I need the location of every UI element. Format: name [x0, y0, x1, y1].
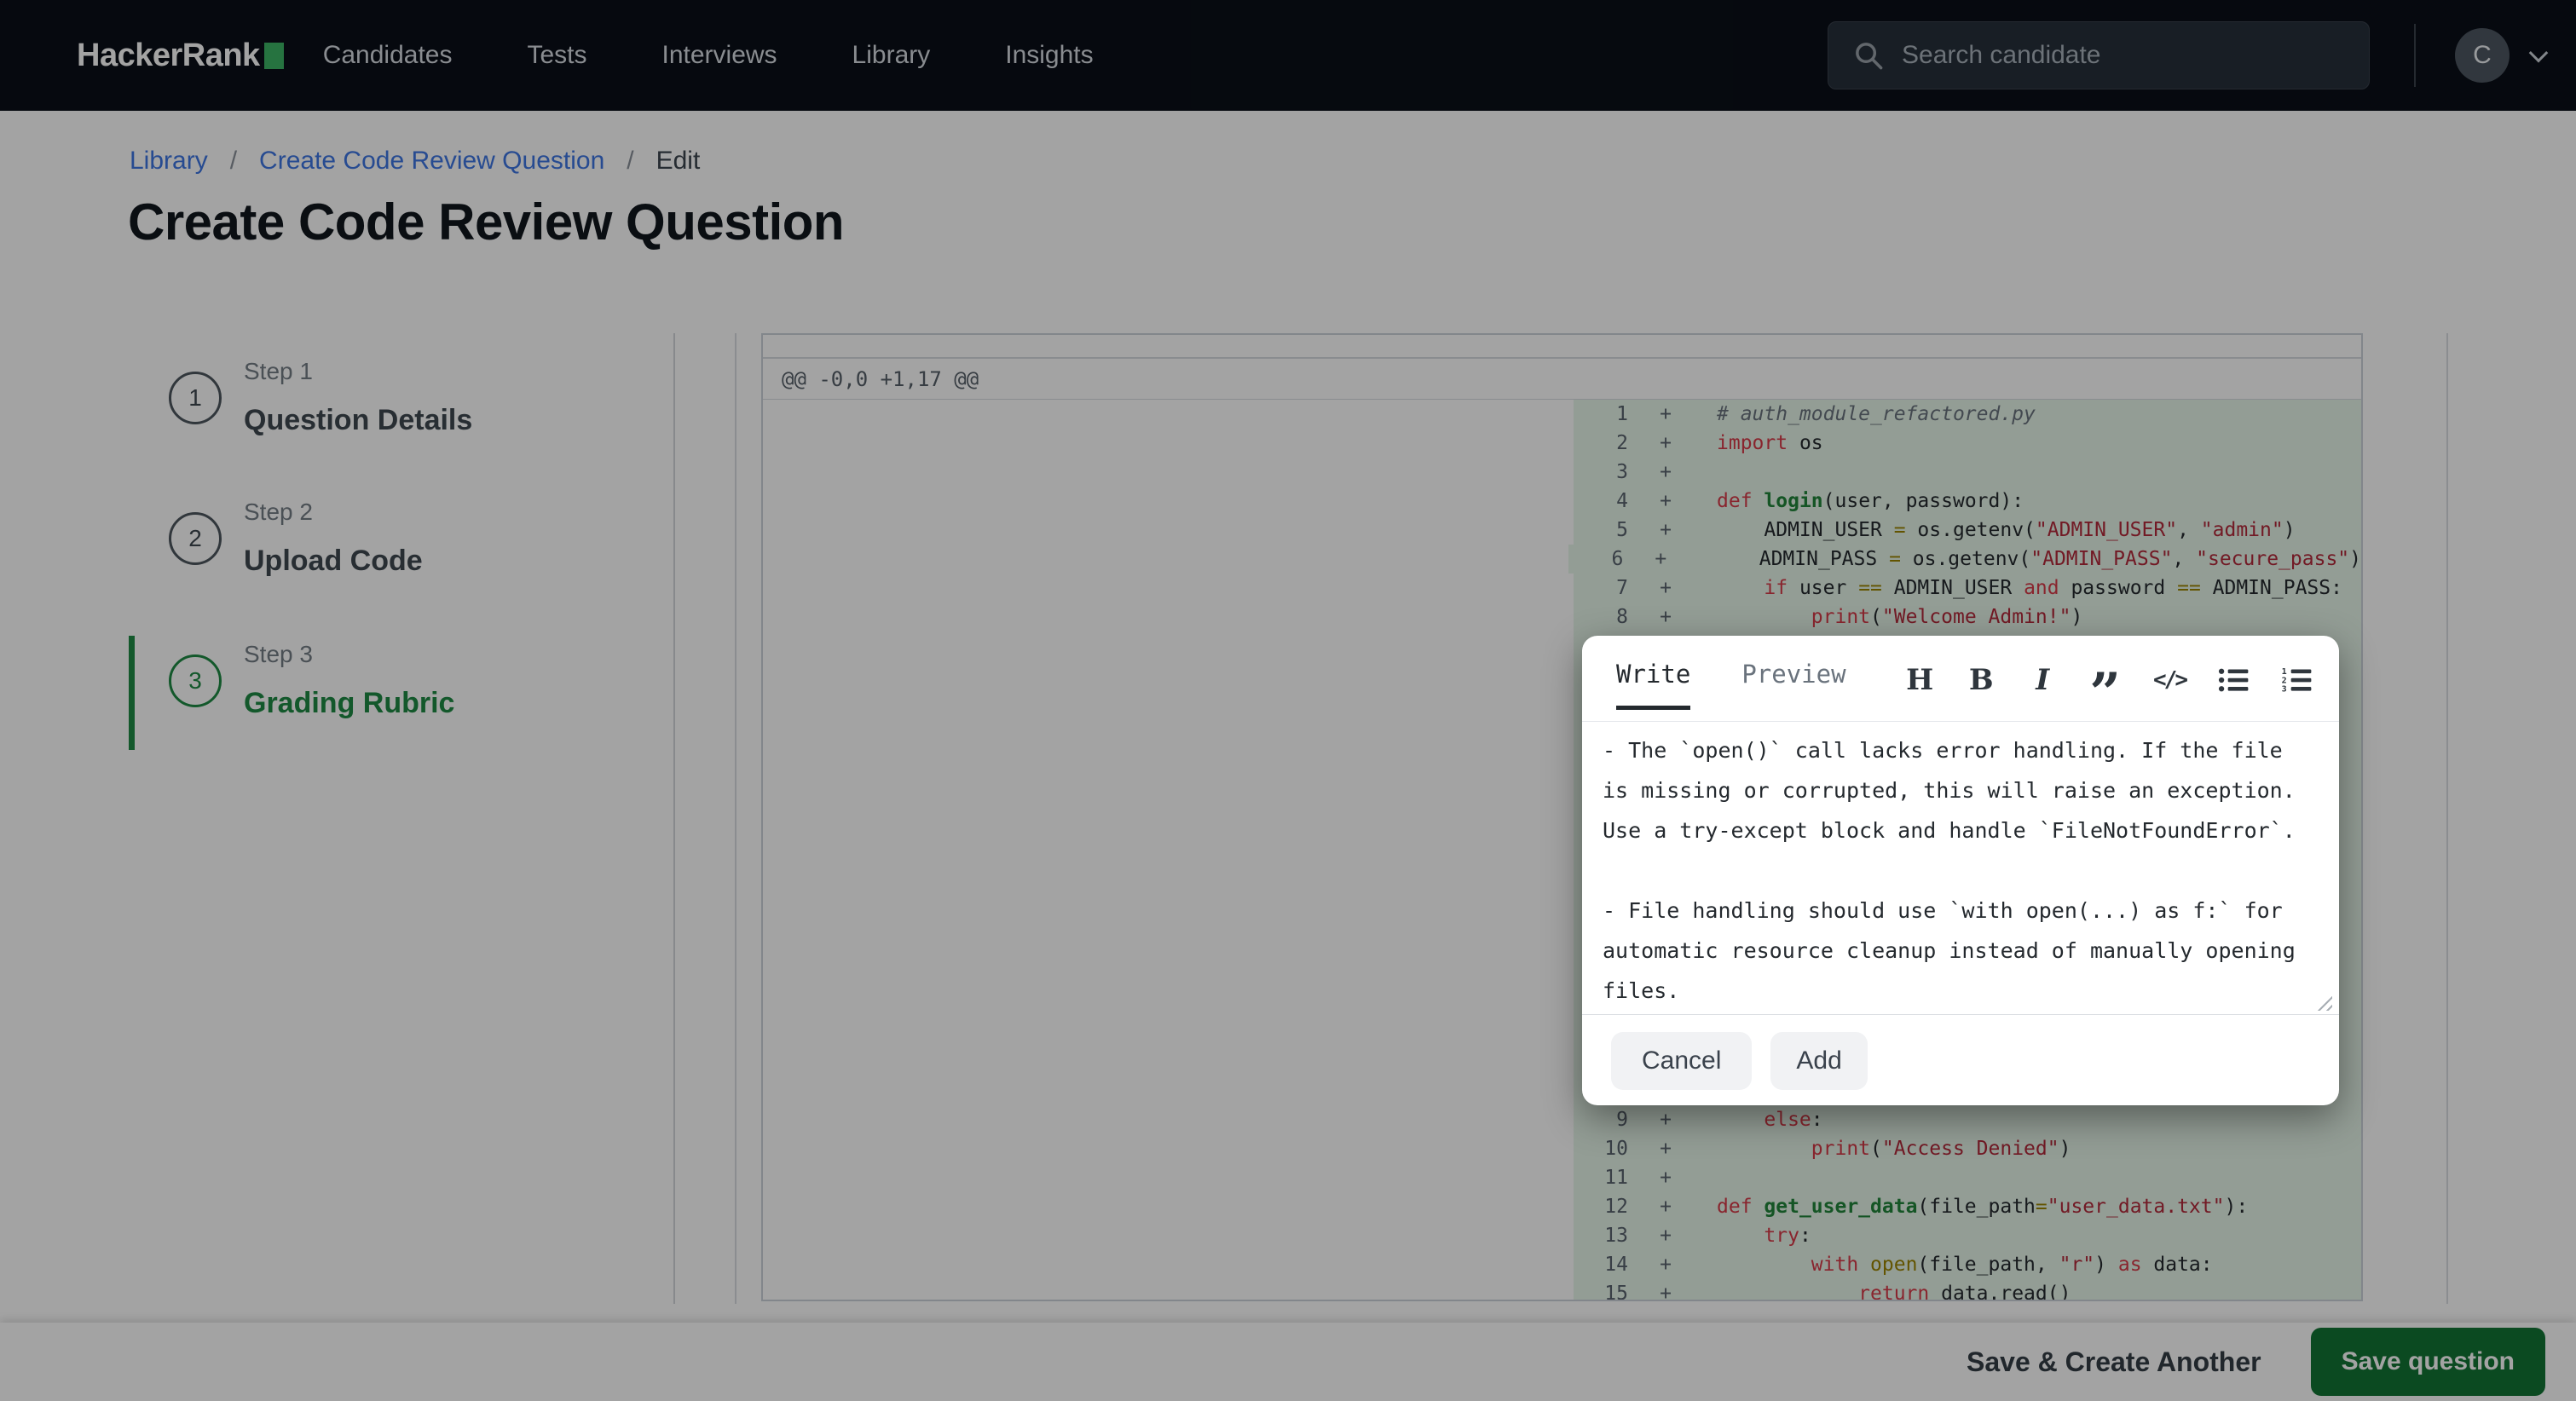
code-icon[interactable]: </>	[2153, 661, 2186, 699]
tab-preview[interactable]: Preview	[1741, 660, 1845, 710]
quote-icon[interactable]: ”	[2089, 661, 2121, 699]
add-button[interactable]: Add	[1770, 1032, 1867, 1090]
comment-editor-footer: Cancel Add	[1582, 1014, 2339, 1090]
comment-textarea[interactable]: - The `open()` call lacks error handling…	[1582, 722, 2339, 1014]
ordered-list-icon[interactable]: 123	[2281, 661, 2312, 699]
tab-write[interactable]: Write	[1616, 660, 1690, 710]
heading-icon[interactable]: H	[1905, 661, 1934, 699]
inline-comment-editor: Write Preview HBI ” </> 123 - The `open()` …	[1582, 636, 2339, 1105]
unordered-list-icon[interactable]	[2218, 661, 2249, 699]
comment-editor-header: Write Preview HBI ” </> 123	[1582, 636, 2339, 722]
cancel-button[interactable]: Cancel	[1611, 1032, 1752, 1090]
bold-icon[interactable]: B	[1967, 661, 1996, 699]
formatting-toolbar: HBI ” </> 123	[1905, 661, 2312, 699]
italic-icon[interactable]: I	[2028, 661, 2057, 699]
svg-text:3: 3	[2282, 685, 2287, 693]
